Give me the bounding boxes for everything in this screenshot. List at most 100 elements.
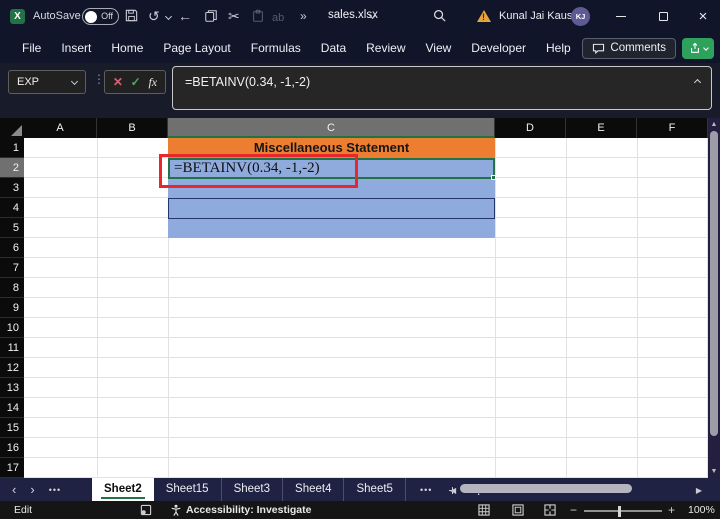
name-box[interactable]: EXP <box>8 70 86 94</box>
name-box-dropdown-icon[interactable] <box>70 77 79 86</box>
insert-function-button[interactable]: fx <box>148 75 157 90</box>
minimize-icon <box>616 15 626 18</box>
sheet-tabs: Sheet2 Sheet15 Sheet3 Sheet4 Sheet5 ••• <box>92 478 485 501</box>
status-bar: Edit Accessibility: Investigate − + 100% <box>0 501 720 519</box>
zoom-slider-thumb[interactable] <box>618 505 621 517</box>
column-header[interactable]: F <box>637 118 708 138</box>
row-header[interactable]: 11 <box>0 338 24 358</box>
column-header[interactable]: A <box>24 118 97 138</box>
sheet-tab[interactable]: Sheet3 <box>222 478 284 501</box>
ribbon-tab[interactable]: Data <box>311 41 356 55</box>
toggle-knob-icon <box>85 10 97 23</box>
row-header[interactable]: 10 <box>0 318 24 338</box>
sheet-tab[interactable]: Sheet2 <box>92 478 154 501</box>
normal-view-icon[interactable] <box>478 504 490 516</box>
cell-c4-border[interactable] <box>168 198 495 219</box>
window-close-button[interactable]: × <box>686 0 720 33</box>
comments-button[interactable]: Comments <box>582 37 676 59</box>
more-sheets-icon[interactable]: ••• <box>420 485 432 495</box>
ribbon-tab[interactable]: Review <box>356 41 415 55</box>
share-button[interactable] <box>682 37 714 59</box>
warning-icon[interactable]: ! <box>477 10 491 22</box>
row-header[interactable]: 3 <box>0 178 24 198</box>
undo-icon[interactable]: ↺ <box>148 7 160 25</box>
close-icon: × <box>698 8 708 25</box>
row-header[interactable]: 15 <box>0 418 24 438</box>
sheet-tab[interactable]: Sheet15 <box>154 478 222 501</box>
row-header[interactable]: 17 <box>0 458 24 478</box>
sheet-tab-bar: ‹ › ••• Sheet2 Sheet15 Sheet3 Sheet4 She… <box>0 478 720 501</box>
sheet-tab[interactable]: Sheet5 <box>344 478 406 501</box>
ribbon-tab[interactable]: Page Layout <box>153 41 240 55</box>
replace-icon[interactable]: ab <box>272 9 284 27</box>
window-minimize-button[interactable] <box>604 0 638 33</box>
row-header[interactable]: 16 <box>0 438 24 458</box>
select-all-button[interactable] <box>0 118 24 138</box>
scroll-left-icon[interactable]: ◀ <box>450 486 456 495</box>
row-header[interactable]: 4 <box>0 198 24 218</box>
accessibility-icon[interactable] <box>170 504 182 516</box>
ribbon-tab[interactable]: Developer <box>461 41 536 55</box>
scroll-right-icon[interactable]: ▶ <box>696 486 702 495</box>
collapse-formula-bar-icon[interactable] <box>693 78 702 87</box>
zoom-slider-track[interactable] <box>584 510 662 512</box>
sheet-tab-label: Sheet15 <box>165 483 209 495</box>
save-icon[interactable] <box>124 8 139 23</box>
zoom-level[interactable]: 100% <box>688 504 715 516</box>
zoom-in-icon[interactable]: + <box>668 503 675 517</box>
qat-overflow-icon[interactable]: » <box>300 7 307 25</box>
cancel-icon[interactable]: ✕ <box>113 75 123 89</box>
copy-icon[interactable] <box>204 9 218 23</box>
horizontal-scrollbar[interactable]: ◀ ▶ <box>448 478 710 501</box>
row-header[interactable]: 13 <box>0 378 24 398</box>
ribbon-tab[interactable]: Insert <box>51 41 101 55</box>
ribbon-tab[interactable]: Formulas <box>241 41 311 55</box>
scroll-up-icon[interactable]: ▲ <box>708 121 720 128</box>
row-header[interactable]: 12 <box>0 358 24 378</box>
excel-window: X AutoSave Off ↺ ← ✂ ab » sales.xlsx ! K… <box>0 0 720 519</box>
undo-dropdown-icon[interactable] <box>164 12 173 21</box>
zoom-out-icon[interactable]: − <box>570 503 577 517</box>
row-header[interactable]: 8 <box>0 278 24 298</box>
horizontal-scrollbar-thumb[interactable] <box>460 484 632 493</box>
search-icon[interactable] <box>432 8 447 23</box>
row-header[interactable]: 2 <box>0 158 24 178</box>
sheet-nav-more-icon[interactable]: ••• <box>49 485 61 495</box>
formula-input[interactable]: =BETAINV(0.34, -1,-2) <box>172 66 712 110</box>
vertical-scrollbar-thumb[interactable] <box>710 131 718 436</box>
cell-mode-indicator[interactable]: Edit <box>14 504 32 516</box>
column-header[interactable]: C <box>168 118 495 138</box>
column-header[interactable]: B <box>97 118 168 138</box>
enter-icon[interactable]: ✓ <box>131 75 141 89</box>
comments-label: Comments <box>610 42 666 54</box>
ribbon-tab[interactable]: View <box>416 41 462 55</box>
row-header[interactable]: 7 <box>0 258 24 278</box>
window-maximize-button[interactable] <box>646 0 680 33</box>
ribbon-tab[interactable]: Help <box>536 41 581 55</box>
paste-icon[interactable] <box>251 9 265 23</box>
row-header[interactable]: 6 <box>0 238 24 258</box>
cut-icon[interactable]: ✂ <box>228 7 240 25</box>
formula-text: =BETAINV(0.34, -1,-2) <box>185 75 311 89</box>
next-sheet-icon[interactable]: › <box>30 482 34 497</box>
ribbon-tab[interactable]: Home <box>101 41 153 55</box>
row-header[interactable]: 14 <box>0 398 24 418</box>
scroll-down-icon[interactable]: ▼ <box>708 468 720 475</box>
autosave-toggle[interactable]: Off <box>82 8 119 25</box>
page-layout-view-icon[interactable] <box>512 504 524 516</box>
row-header[interactable]: 9 <box>0 298 24 318</box>
prev-sheet-icon[interactable]: ‹ <box>12 482 16 497</box>
column-header[interactable]: E <box>566 118 637 138</box>
back-arrow-icon[interactable]: ← <box>178 7 192 25</box>
avatar[interactable]: KJ <box>571 7 590 26</box>
ribbon-tab[interactable]: File <box>12 41 51 55</box>
accessibility-status[interactable]: Accessibility: Investigate <box>186 504 311 516</box>
column-header[interactable]: D <box>495 118 566 138</box>
macro-record-icon[interactable] <box>140 504 152 516</box>
share-dropdown-icon <box>702 45 709 51</box>
row-header[interactable]: 5 <box>0 218 24 238</box>
row-header[interactable]: 1 <box>0 138 24 158</box>
vertical-scrollbar[interactable]: ▲ ▼ <box>708 118 720 478</box>
page-break-view-icon[interactable] <box>544 504 556 516</box>
sheet-tab[interactable]: Sheet4 <box>283 478 345 501</box>
